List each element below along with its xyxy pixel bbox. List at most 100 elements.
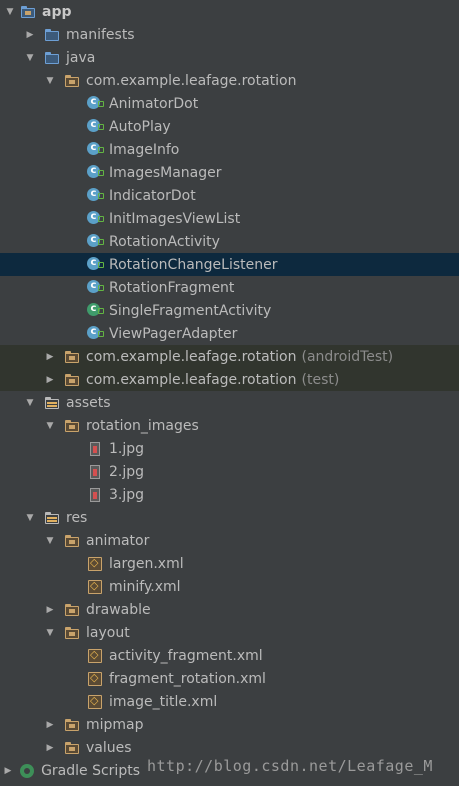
chevron-right-icon[interactable]: ▶ [44, 345, 56, 368]
tree-item-label: fragment_rotation.xml [109, 670, 266, 687]
chevron-down-icon[interactable]: ▼ [24, 506, 36, 529]
tree-item-label: app [42, 3, 72, 20]
package-icon [64, 372, 80, 388]
tree-item-label: drawable [86, 601, 151, 618]
tree-item-file[interactable]: 2.jpg [0, 460, 459, 483]
class-icon [87, 164, 104, 181]
tree-item-layout[interactable]: ▼ layout [0, 621, 459, 644]
tree-item-drawable[interactable]: ▶ drawable [0, 598, 459, 621]
chevron-down-icon[interactable]: ▼ [24, 391, 36, 414]
folder-module-icon [20, 4, 36, 20]
tree-item-manifests[interactable]: ▶ manifests [0, 23, 459, 46]
tree-item-package-androidtest[interactable]: ▶ com.example.leafage.rotation (androidT… [0, 345, 459, 368]
activity-class-icon [87, 302, 104, 319]
folder-icon [64, 625, 80, 641]
chevron-right-icon[interactable]: ▶ [44, 736, 56, 759]
resource-folder-icon [44, 510, 60, 526]
chevron-right-icon[interactable]: ▶ [24, 23, 36, 46]
tree-item-animator[interactable]: ▼ animator [0, 529, 459, 552]
tree-item-class[interactable]: ImageInfo [0, 138, 459, 161]
gradle-icon [19, 763, 35, 779]
class-icon [87, 118, 104, 135]
tree-item-package[interactable]: ▼ com.example.leafage.rotation [0, 69, 459, 92]
folder-icon [64, 740, 80, 756]
chevron-right-icon[interactable]: ▶ [44, 368, 56, 391]
folder-icon [64, 602, 80, 618]
tree-item-java[interactable]: ▼ java [0, 46, 459, 69]
tree-item-label: RotationActivity [109, 233, 220, 250]
tree-item-label: InitImagesViewList [109, 210, 241, 227]
tree-item-rotation-images[interactable]: ▼ rotation_images [0, 414, 459, 437]
xml-file-icon [87, 648, 103, 664]
tree-item-file[interactable]: minify.xml [0, 575, 459, 598]
tree-item-class[interactable]: AnimatorDot [0, 92, 459, 115]
class-icon [87, 210, 104, 227]
tree-item-mipmap[interactable]: ▶ mipmap [0, 713, 459, 736]
tree-item-label: minify.xml [109, 578, 181, 595]
tree-item-app[interactable]: ▼ app [0, 0, 459, 23]
tree-item-label: IndicatorDot [109, 187, 196, 204]
tree-item-label: animator [86, 532, 150, 549]
tree-item-class[interactable]: ImagesManager [0, 161, 459, 184]
image-file-icon [87, 464, 103, 480]
class-icon [87, 256, 104, 273]
package-icon [64, 349, 80, 365]
tree-item-class[interactable]: InitImagesViewList [0, 207, 459, 230]
tree-item-file[interactable]: activity_fragment.xml [0, 644, 459, 667]
chevron-down-icon[interactable]: ▼ [44, 529, 56, 552]
tree-item-class[interactable]: RotationFragment [0, 276, 459, 299]
chevron-down-icon[interactable]: ▼ [4, 0, 16, 23]
class-icon [87, 325, 104, 342]
folder-icon [44, 27, 60, 43]
tree-item-gradle-scripts[interactable]: ▶ Gradle Scripts [0, 759, 140, 782]
chevron-down-icon[interactable]: ▼ [44, 621, 56, 644]
tree-item-package-test[interactable]: ▶ com.example.leafage.rotation (test) [0, 368, 459, 391]
folder-icon [64, 418, 80, 434]
tree-item-label: 2.jpg [109, 463, 145, 480]
tree-item-label: ImageInfo [109, 141, 180, 158]
tree-item-label: image_title.xml [109, 693, 218, 710]
tree-item-file[interactable]: 1.jpg [0, 437, 459, 460]
tree-item-label: ImagesManager [109, 164, 222, 181]
tree-item-class-selected[interactable]: RotationChangeListener [0, 253, 459, 276]
class-icon [87, 187, 104, 204]
xml-file-icon [87, 579, 103, 595]
tree-item-label: com.example.leafage.rotation [86, 348, 297, 365]
chevron-right-icon[interactable]: ▶ [44, 598, 56, 621]
tree-item-file[interactable]: 3.jpg [0, 483, 459, 506]
tree-item-label: 3.jpg [109, 486, 145, 503]
watermark: http://blog.csdn.net/Leafage_M [147, 757, 433, 775]
chevron-down-icon[interactable]: ▼ [24, 46, 36, 69]
tree-item-res[interactable]: ▼ res [0, 506, 459, 529]
folder-icon [64, 717, 80, 733]
tree-item-class[interactable]: IndicatorDot [0, 184, 459, 207]
tree-item-class[interactable]: AutoPlay [0, 115, 459, 138]
tree-item-assets[interactable]: ▼ assets [0, 391, 459, 414]
chevron-right-icon[interactable]: ▶ [3, 759, 13, 782]
class-icon [87, 141, 104, 158]
chevron-down-icon[interactable]: ▼ [44, 414, 56, 437]
xml-file-icon [87, 671, 103, 687]
tree-item-label: RotationChangeListener [109, 256, 278, 273]
tree-item-values[interactable]: ▶ values [0, 736, 459, 759]
tree-item-class[interactable]: RotationActivity [0, 230, 459, 253]
tree-item-file[interactable]: largen.xml [0, 552, 459, 575]
tree-item-class[interactable]: SingleFragmentActivity [0, 299, 459, 322]
tree-item-file[interactable]: fragment_rotation.xml [0, 667, 459, 690]
image-file-icon [87, 487, 103, 503]
xml-file-icon [87, 556, 103, 572]
folder-icon [64, 533, 80, 549]
tree-item-label: SingleFragmentActivity [109, 302, 272, 319]
class-icon [87, 233, 104, 250]
tree-item-file[interactable]: image_title.xml [0, 690, 459, 713]
class-icon [87, 279, 104, 296]
tree-item-label: AnimatorDot [109, 95, 199, 112]
tree-item-label: layout [86, 624, 130, 641]
chevron-right-icon[interactable]: ▶ [44, 713, 56, 736]
tree-item-label: mipmap [86, 716, 144, 733]
package-icon [64, 73, 80, 89]
chevron-down-icon[interactable]: ▼ [44, 69, 56, 92]
tree-item-label: assets [66, 394, 111, 411]
tree-item-label: values [86, 739, 132, 756]
tree-item-class[interactable]: ViewPagerAdapter [0, 322, 459, 345]
